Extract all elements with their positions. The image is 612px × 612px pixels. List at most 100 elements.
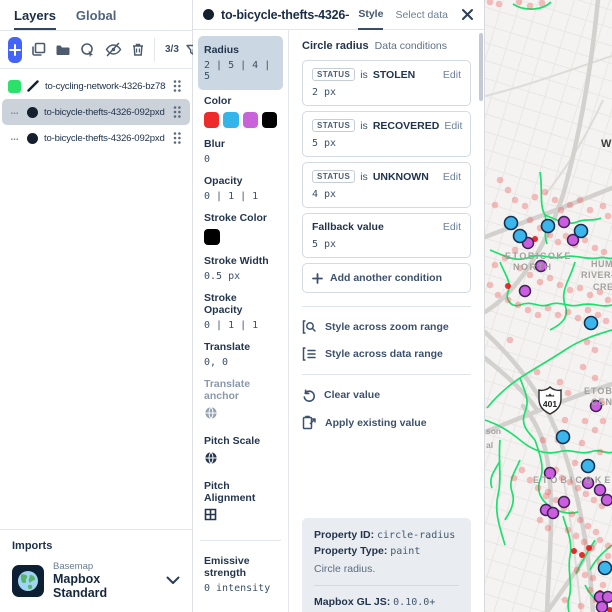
data-driven-color-chip: ...	[10, 132, 19, 143]
zoom-range-label: Style across zoom range	[325, 321, 449, 333]
apply-existing-value-label: Apply existing value	[325, 416, 427, 429]
prop-translate-anchor[interactable]: Translate anchor	[198, 373, 283, 430]
basemap-name: Mapbox Standard	[53, 572, 108, 600]
layer-name: to-bicycle-thefts-4326-092pxd	[44, 132, 165, 144]
prop-label: Emissive strength	[204, 555, 250, 579]
delete-layer-trash-icon[interactable]	[131, 41, 145, 58]
tab-style[interactable]: Style	[358, 0, 384, 30]
panel-scrollbar[interactable]	[479, 33, 483, 101]
property-type-value: paint	[390, 546, 421, 557]
map-canvas[interactable]: ETOBICOKENORTHHUMRIVER–CREETOBICENETOBIC…	[485, 0, 612, 612]
stroke-color-swatch[interactable]	[204, 229, 220, 245]
sidebar-tabs: Layers Global	[0, 0, 192, 31]
prop-stroke-opacity[interactable]: Stroke Opacity 0 | 1 | 1	[198, 287, 283, 336]
drag-handle-icon[interactable]	[172, 131, 184, 145]
prop-pitch-alignment[interactable]: Pitch Alignment	[198, 475, 283, 531]
prop-pitch-scale[interactable]: Pitch Scale	[198, 430, 283, 475]
color-swatch[interactable]	[261, 112, 277, 128]
apply-existing-value-button[interactable]: Apply existing value	[302, 415, 471, 430]
drag-handle-icon[interactable]	[172, 79, 184, 93]
tab-global[interactable]: Global	[76, 8, 116, 30]
group-layers-folder-icon[interactable]	[55, 41, 71, 58]
condition-card-stolen[interactable]: STATUS is STOLEN Edit 2 px	[302, 60, 471, 106]
layer-row-cycling-network[interactable]: to-cycling-network-4326-bz783m	[2, 73, 190, 99]
prop-label: Radius	[204, 44, 240, 56]
circle-layer-icon	[27, 106, 38, 118]
svg-text:CRE: CRE	[593, 282, 612, 292]
prop-radius[interactable]: Radius 2 | 5 | 4 | 5	[198, 36, 283, 90]
tab-layers[interactable]: Layers	[14, 8, 56, 30]
edit-link[interactable]: Edit	[443, 69, 461, 81]
duplicate-layer-icon[interactable]	[31, 41, 46, 58]
svg-text:ETOBICOKE: ETOBICOKE	[533, 475, 612, 485]
edit-link[interactable]: Edit	[444, 120, 462, 132]
condition-card-unknown[interactable]: STATUS is UNKNOWN Edit 4 px	[302, 162, 471, 208]
add-condition-label: Add another condition	[330, 272, 442, 284]
layer-style-panel: to-bicycle-thefts-4326–09... Style Selec…	[193, 0, 485, 612]
circle-layer-icon	[27, 132, 38, 144]
color-swatch[interactable]	[242, 112, 258, 128]
divider	[302, 374, 471, 375]
prop-label: Translate anchor	[204, 378, 251, 402]
drag-handle-icon[interactable]	[172, 105, 184, 119]
add-condition-button[interactable]: Add another condition	[302, 263, 471, 293]
prop-value: 2 | 5 | 4 | 5	[204, 60, 271, 82]
mapbox-studio-editor: Layers Global 3/3 to-cycling-network-432…	[0, 0, 612, 612]
style-across-zoom-range[interactable]: Style across zoom range	[302, 320, 471, 334]
prop-stroke-color[interactable]: Stroke Color	[198, 207, 283, 250]
undo-icon	[303, 389, 316, 402]
prop-blur[interactable]: Blur 0	[198, 133, 283, 170]
prop-label: Blur	[204, 138, 225, 150]
imports-section: Imports Basemap Mapbox Standard	[0, 529, 192, 612]
panel-title: to-bicycle-thefts-4326–09...	[221, 7, 349, 22]
add-layer-button[interactable]	[8, 36, 22, 63]
style-across-data-range[interactable]: Style across data range	[302, 347, 471, 361]
svg-text:HUM: HUM	[591, 259, 612, 269]
property-name: Circle radius	[302, 40, 369, 52]
divider	[302, 306, 471, 307]
plus-icon	[312, 272, 323, 284]
chevron-down-icon[interactable]	[166, 576, 180, 585]
plus-icon	[9, 43, 21, 56]
edit-link[interactable]: Edit	[443, 221, 461, 233]
tab-select-data[interactable]: Select data	[395, 0, 448, 30]
color-swatch[interactable]	[223, 112, 239, 128]
prop-color[interactable]: Color	[198, 90, 283, 133]
property-info-card: Property ID: circle-radius Property Type…	[302, 518, 471, 612]
prop-value: 0 | 1 | 1	[204, 320, 259, 331]
layer-row-bicycle-thefts-copy[interactable]: ... to-bicycle-thefts-4326-092pxd copy	[2, 99, 190, 125]
condition-card-recovered[interactable]: STATUS is RECOVERED Edit 5 px	[302, 111, 471, 157]
edit-link[interactable]: Edit	[443, 171, 461, 183]
fallback-value-card[interactable]: Fallback value Edit 5 px	[302, 213, 471, 258]
line-layer-icon	[27, 80, 39, 92]
prop-translate[interactable]: Translate 0, 0	[198, 336, 283, 373]
zoom-range-icon	[302, 320, 316, 334]
radius-px-value: 5 px	[312, 239, 337, 250]
svg-text:son: son	[486, 426, 501, 436]
gl-js-version: 0.10.0+	[393, 597, 436, 608]
clear-value-button[interactable]: Clear value	[302, 388, 471, 402]
svg-text:al: al	[486, 440, 493, 450]
layer-name: to-bicycle-thefts-4326-092pxd copy	[44, 106, 166, 118]
layers-toolbar: 3/3	[0, 31, 199, 69]
prop-label: Translate	[204, 341, 251, 353]
layer-list: to-cycling-network-4326-bz783m ... to-bi…	[0, 69, 192, 529]
layer-row-bicycle-thefts[interactable]: ... to-bicycle-thefts-4326-092pxd	[2, 125, 190, 151]
select-layer-on-map-icon[interactable]	[80, 41, 96, 58]
svg-text:NORTH: NORTH	[513, 262, 553, 272]
prop-opacity[interactable]: Opacity 0 | 1 | 1	[198, 170, 283, 207]
paint-property-list: Radius 2 | 5 | 4 | 5 Color Blur 0 Opacit…	[193, 30, 289, 612]
close-icon[interactable]	[461, 8, 474, 21]
value-mode-label: Data conditions	[374, 40, 448, 52]
radius-px-value: 4 px	[312, 189, 337, 200]
prop-emissive-strength[interactable]: Emissive strength 0 intensity	[198, 550, 283, 599]
field-chip: STATUS	[312, 119, 356, 132]
layer-name: to-cycling-network-4326-bz783m	[45, 80, 166, 92]
circle-layer-icon	[203, 9, 214, 20]
toggle-visibility-eye-off-icon[interactable]	[105, 41, 122, 58]
layer-count: 3/3	[165, 44, 179, 55]
property-id-label: Property ID:	[314, 529, 375, 541]
basemap-import-row[interactable]: Basemap Mapbox Standard	[12, 561, 180, 600]
color-swatch[interactable]	[204, 112, 220, 128]
prop-stroke-width[interactable]: Stroke Width 0.5 px	[198, 250, 283, 287]
